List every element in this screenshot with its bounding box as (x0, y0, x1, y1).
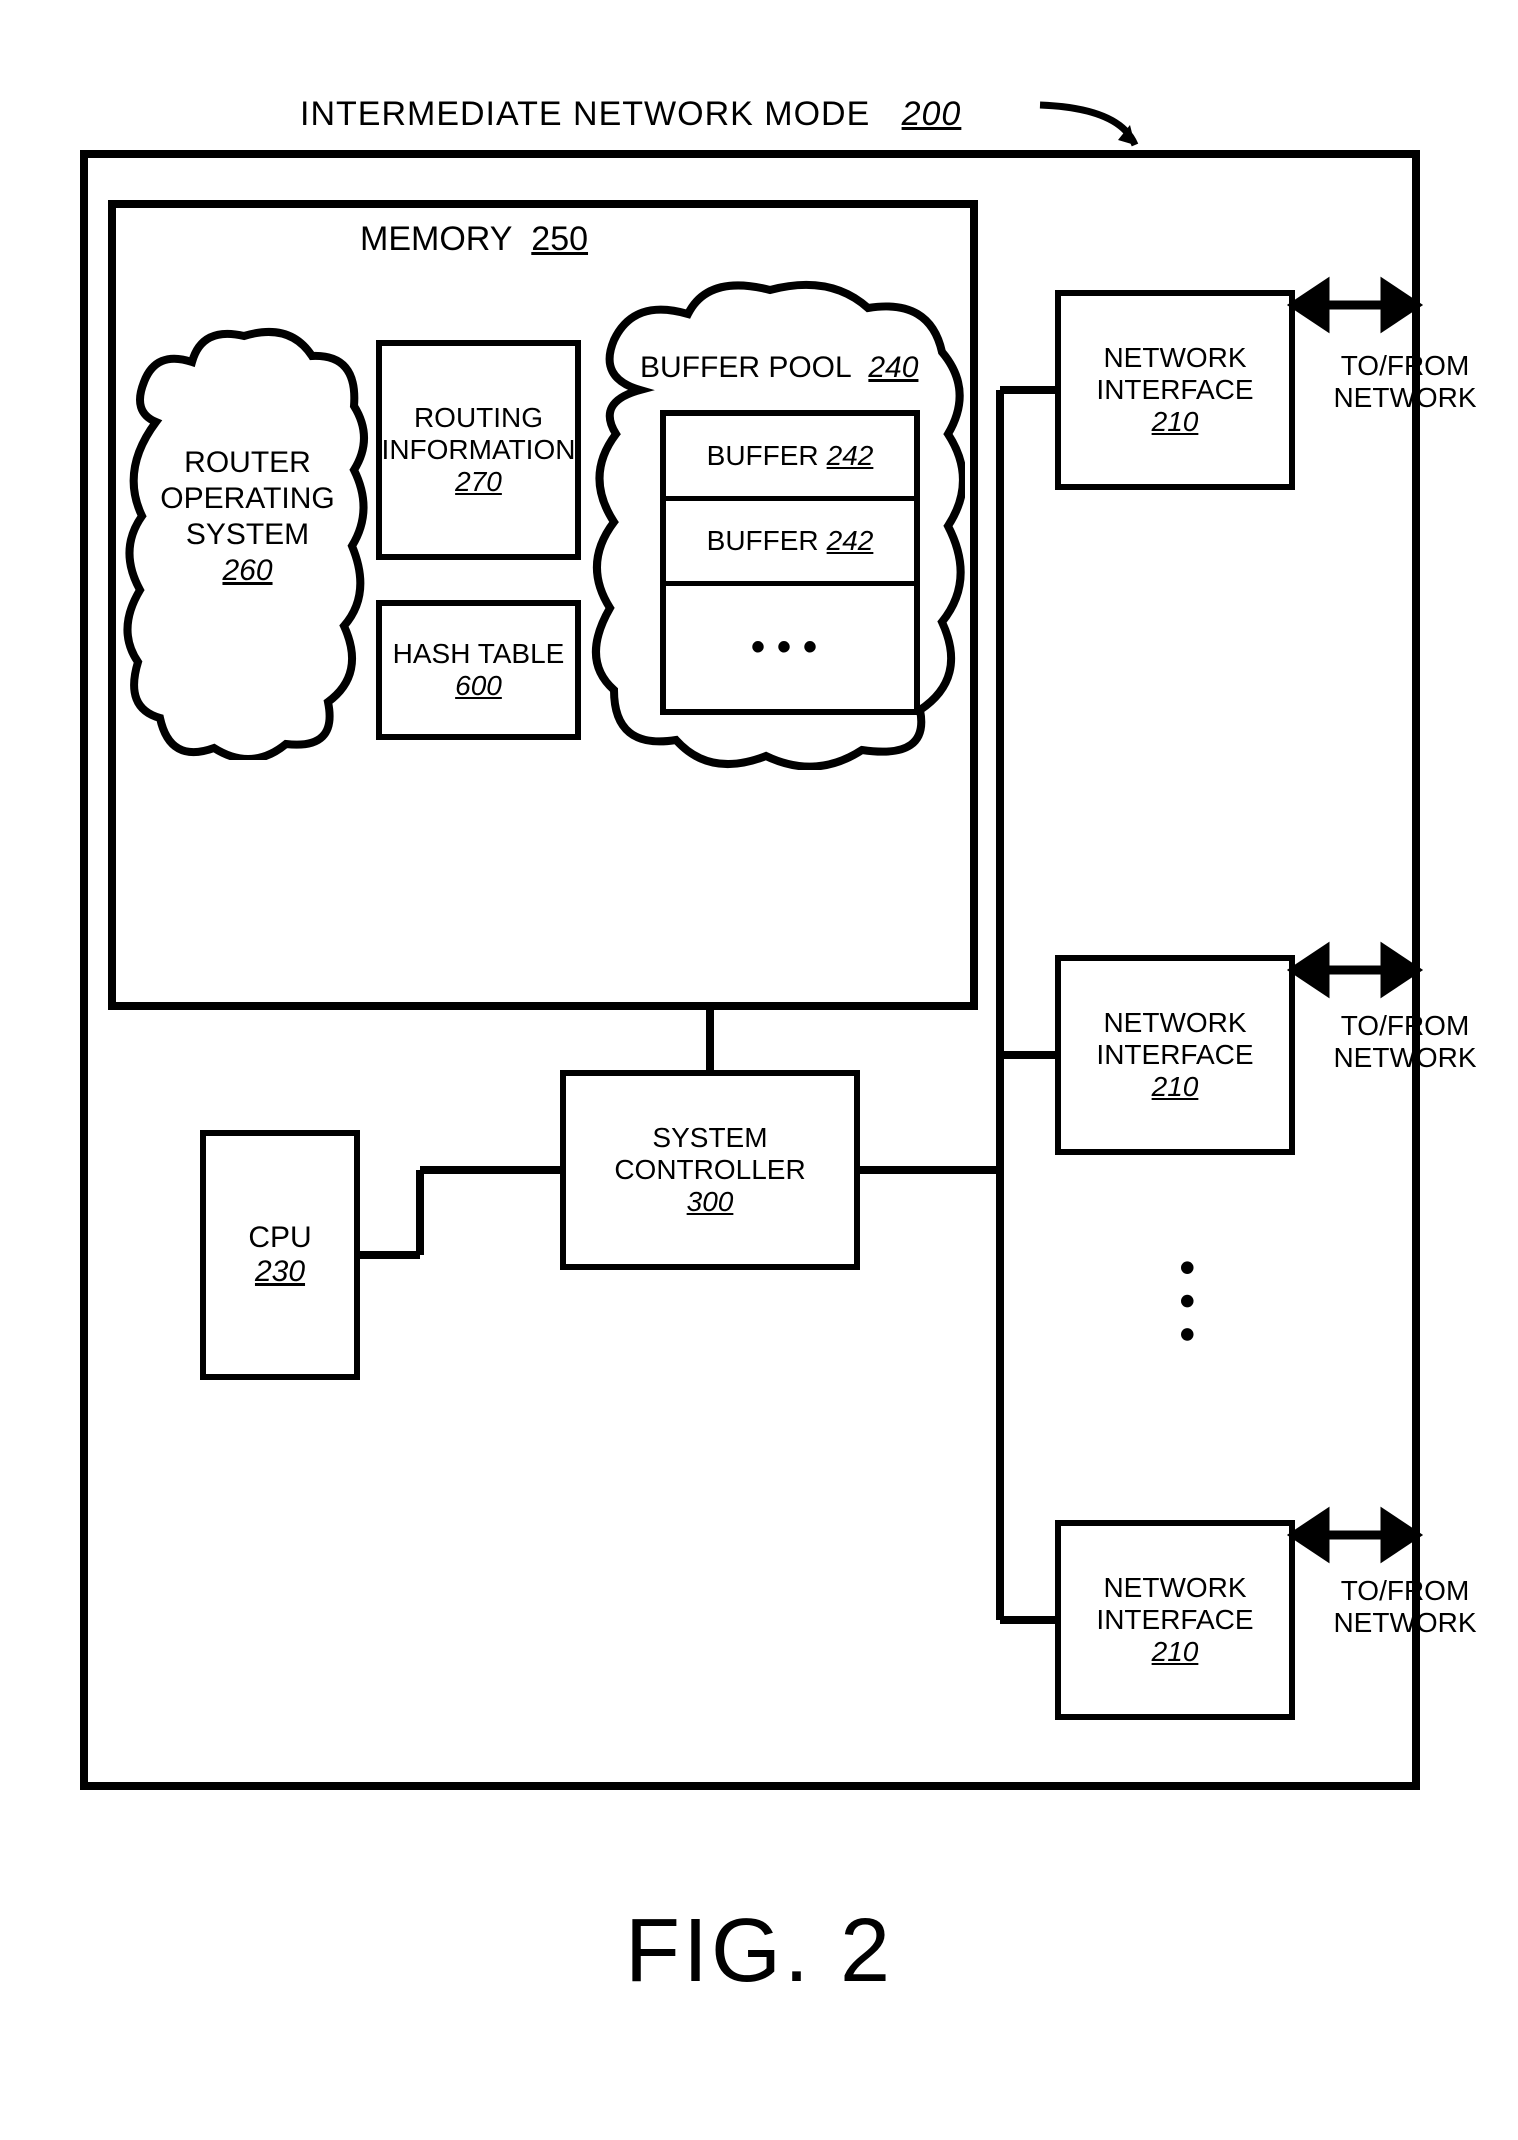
os-cloud-text: ROUTER OPERATING SYSTEM 260 (150, 445, 345, 589)
network-interface-box: NETWORK INTERFACE 210 (1055, 290, 1295, 490)
buffer-ellipsis-icon: ••• (666, 586, 914, 709)
figure-label: FIG. 2 (0, 1900, 1518, 2003)
cpu-box: CPU 230 (200, 1130, 360, 1380)
title-num: 200 (902, 95, 962, 133)
title-text: INTERMEDIATE NETWORK MODE (300, 95, 870, 133)
buffer-pool-label: BUFFER POOL 240 (640, 350, 940, 386)
buffer-row: BUFFER242 (666, 416, 914, 501)
stage: INTERMEDIATE NETWORK MODE 200 MEMORY 250… (0, 0, 1518, 2140)
tofrom-label: TO/FROM NETWORK (1330, 1575, 1480, 1639)
buffer-row: BUFFER242 (666, 501, 914, 586)
diagram-title: INTERMEDIATE NETWORK MODE 200 (300, 95, 961, 134)
hash-table-box: HASH TABLE 600 (376, 600, 581, 740)
system-controller-box: SYSTEM CONTROLLER 300 (560, 1070, 860, 1270)
memory-label: MEMORY 250 (360, 220, 588, 259)
network-interface-box: NETWORK INTERFACE 210 (1055, 1520, 1295, 1720)
title-arrow-icon (1030, 100, 1150, 155)
network-interface-box: NETWORK INTERFACE 210 (1055, 955, 1295, 1155)
tofrom-label: TO/FROM NETWORK (1330, 1010, 1480, 1074)
buffer-pool-inner-box: BUFFER242 BUFFER242 ••• (660, 410, 920, 715)
tofrom-label: TO/FROM NETWORK (1330, 350, 1480, 414)
routing-info-box: ROUTING INFORMATION 270 (376, 340, 581, 560)
vertical-ellipsis-icon: ••• (1162, 1260, 1212, 1360)
